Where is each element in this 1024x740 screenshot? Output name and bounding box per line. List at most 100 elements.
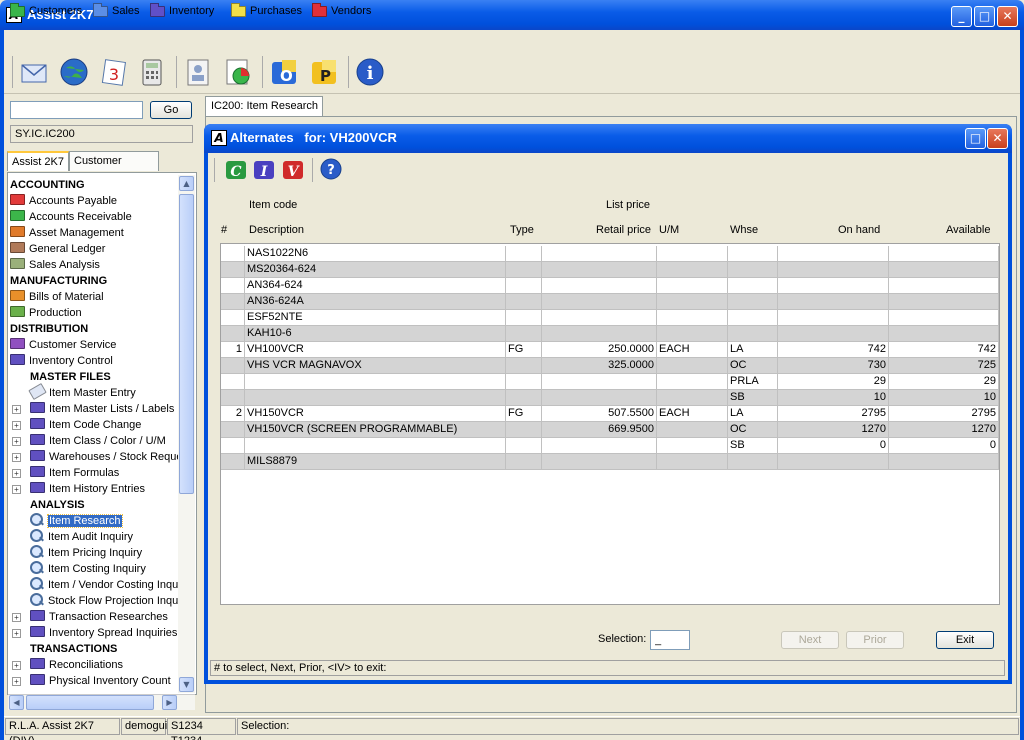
tree-item[interactable]: + Item History Entries [12,481,145,497]
tree-item[interactable]: + Item Class / Color / U/M [12,433,166,449]
scroll-right-button[interactable]: ▶ [162,695,177,710]
tree-item[interactable]: Accounts Receivable [10,209,132,225]
c-tool-icon[interactable]: C [224,158,248,182]
tree-item[interactable]: + Physical Inventory Count [12,673,171,689]
scroll-up-button[interactable]: ▲ [179,176,194,191]
tree-item[interactable]: General Ledger [10,241,105,257]
table-row[interactable]: MILS8879 [221,454,999,470]
outlook-icon[interactable]: O [268,56,300,88]
table-row[interactable]: KAH10-6 [221,326,999,342]
tab-assist-2k7[interactable]: Assist 2K7 [7,151,69,171]
tree-item[interactable]: Asset Management [10,225,124,241]
tree-item[interactable]: + Item Formulas [12,465,119,481]
globe-icon[interactable] [58,56,90,88]
tree-item[interactable]: Item Research [30,513,123,529]
expand-icon[interactable]: + [12,437,21,446]
exit-button[interactable]: Exit [936,631,994,649]
selection-input[interactable] [650,630,690,650]
help-icon[interactable]: ? [320,158,342,180]
calculator-icon[interactable] [136,56,168,88]
table-row[interactable]: VHS VCR MAGNAVOX 325.0000 OC 730 725 [221,358,999,374]
prior-button[interactable]: Prior [846,631,904,649]
table-row[interactable]: MS20364-624 [221,262,999,278]
menu-purchases[interactable]: Purchases [231,2,302,20]
menu-inventory[interactable]: Inventory [150,2,214,20]
expand-icon[interactable]: + [12,677,21,686]
search-input[interactable] [10,101,143,119]
menu-customers[interactable]: Customers [10,2,82,20]
table-row[interactable]: SB 10 10 [221,390,999,406]
table-row[interactable]: 1 VH100VCR FG 250.0000 EACH LA 742 742 [221,342,999,358]
tree-item-label: Inventory Spread Inquiries [49,627,178,639]
tree-item[interactable]: + Reconciliations [12,657,123,673]
tree-item[interactable]: Stock Flow Projection Inqui [30,593,181,609]
envelope-icon[interactable] [18,56,50,88]
tree-item[interactable]: Item Pricing Inquiry [30,545,142,561]
table-row[interactable]: ESF52NTE [221,310,999,326]
cell-um [657,390,728,406]
tree-item[interactable]: Accounts Payable [10,193,117,209]
chart-icon[interactable] [222,56,254,88]
entry-icon [28,382,47,401]
tab-customer-service[interactable]: Customer Service [69,151,159,185]
table-row[interactable]: AN364-624 [221,278,999,294]
tree-horizontal-scrollbar[interactable]: ◀ ▶ [8,694,195,710]
tab-item-research[interactable]: IC200: Item Research [205,96,323,116]
tree-item[interactable]: + Inventory Spread Inquiries [12,625,177,641]
tree-item[interactable]: Item Costing Inquiry [30,561,146,577]
table-row[interactable]: VH150VCR (SCREEN PROGRAMMABLE) 669.9500 OC… [221,422,999,438]
tree-item-label: Item Audit Inquiry [48,531,133,543]
menu-sales[interactable]: Sales [93,2,140,20]
table-row[interactable]: AN36-624A [221,294,999,310]
table-row[interactable]: 2 VH150VCR FG 507.5500 EACH LA 2795 2795 [221,406,999,422]
p-icon[interactable]: P [308,56,340,88]
tree-item[interactable]: Sales Analysis [10,257,100,273]
magnifier-icon [30,513,44,527]
expand-icon[interactable]: + [12,661,21,670]
dialog-maximize-button[interactable]: □ [965,128,986,149]
tree-item[interactable]: + Item Code Change [12,417,141,433]
expand-icon[interactable]: + [12,453,21,462]
maximize-button[interactable]: □ [974,6,995,27]
calendar-icon[interactable]: 3 [98,56,130,88]
scroll-left-button[interactable]: ◀ [9,695,24,710]
tree-item[interactable]: Inventory Control [10,353,113,369]
expand-icon[interactable]: + [12,485,21,494]
next-button[interactable]: Next [781,631,839,649]
table-row[interactable]: PRLA 29 29 [221,374,999,390]
expand-icon[interactable]: + [12,421,21,430]
go-button[interactable]: Go [150,101,192,119]
cell-on-hand: 742 [778,342,889,358]
info-icon[interactable]: i [354,56,386,88]
dialog-titlebar[interactable]: A Alternates for: VH200VCR □ ✕ [204,124,1012,153]
expand-icon[interactable]: + [12,469,21,478]
scroll-thumb[interactable] [26,695,154,710]
contacts-icon[interactable] [182,56,214,88]
tree-section-heading: TRANSACTIONS [30,641,117,657]
tree-item[interactable]: + Warehouses / Stock Reque [12,449,183,465]
cell-number [221,390,245,406]
v-tool-icon[interactable]: V [281,158,305,182]
tree-vertical-scrollbar[interactable]: ▲ ▼ [178,175,195,693]
table-row[interactable]: SB 0 0 [221,438,999,454]
minimize-button[interactable]: _ [951,6,972,27]
scroll-thumb[interactable] [179,194,194,494]
tree-item[interactable]: Item Audit Inquiry [30,529,133,545]
expand-icon[interactable]: + [12,613,21,622]
i-tool-icon[interactable]: I [252,158,276,182]
tree-item[interactable]: + Item Master Lists / Labels [12,401,174,417]
close-button[interactable]: ✕ [997,6,1018,27]
tree-item[interactable]: Production [10,305,82,321]
tree-item[interactable]: Customer Service [10,337,116,353]
table-row[interactable]: NAS1022N6 [221,246,999,262]
tree-item[interactable]: Bills of Material [10,289,104,305]
menu-vendors[interactable]: Vendors [312,2,371,20]
tree-item[interactable]: Item Master Entry [28,382,136,401]
dialog-close-button[interactable]: ✕ [987,128,1008,149]
tree-item[interactable]: Item / Vendor Costing Inqu [30,577,178,593]
cell-description: ESF52NTE [245,310,506,326]
expand-icon[interactable]: + [12,629,21,638]
scroll-down-button[interactable]: ▼ [179,677,194,692]
tree-item[interactable]: + Transaction Researches [12,609,168,625]
expand-icon[interactable]: + [12,405,21,414]
